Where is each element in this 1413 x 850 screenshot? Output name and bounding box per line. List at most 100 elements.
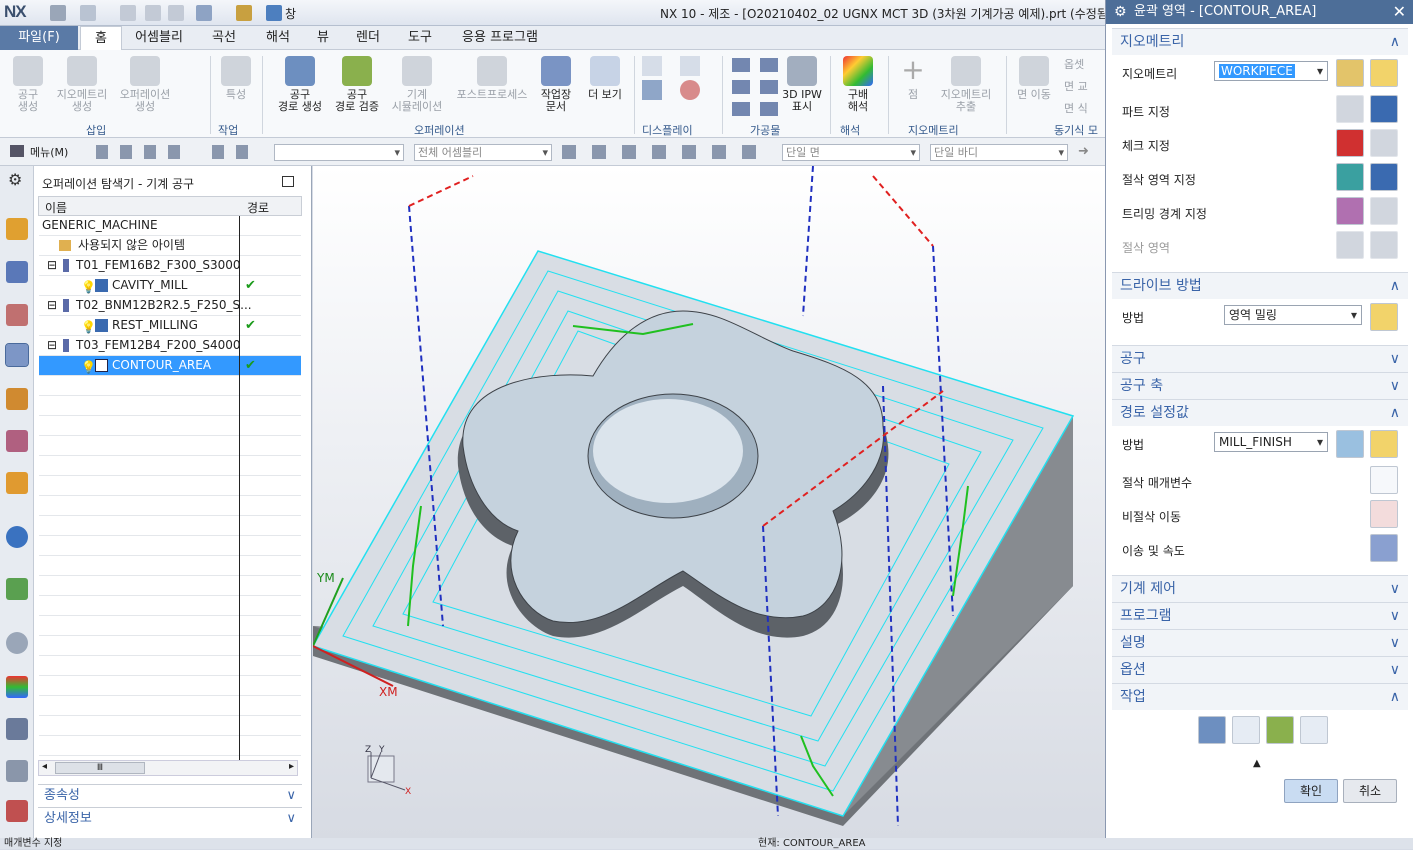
display-icon-3[interactable] [680, 56, 700, 76]
create-geometry-button[interactable]: 지오메트리 생성 [52, 56, 112, 113]
undo-icon[interactable] [80, 5, 96, 21]
more-button[interactable]: 더 보기 [584, 56, 626, 101]
web-browser-icon[interactable] [6, 578, 28, 600]
display-part-icon[interactable] [1370, 95, 1398, 123]
tab-file[interactable]: 파일(F) [0, 26, 78, 50]
tree-row[interactable]: ⊟ T03_FEM12B4_F200_S4000 [39, 336, 301, 356]
actions-header[interactable]: 작업 ∧ [1112, 684, 1408, 710]
display-cut-area-icon[interactable] [1370, 163, 1398, 191]
palette-icon[interactable] [6, 472, 28, 494]
display-icon-2[interactable] [642, 80, 662, 100]
edit-method-icon[interactable] [1370, 430, 1398, 458]
cancel-button[interactable]: 취소 [1343, 779, 1397, 803]
workpiece-icon-6[interactable] [760, 102, 778, 116]
save-icon[interactable] [50, 5, 66, 21]
cut-area-icon[interactable] [1336, 231, 1364, 259]
tree-row-selected[interactable]: 💡 CONTOUR_AREA ✔ [39, 356, 301, 376]
graphics-window[interactable]: YM XM Z Y X [311, 165, 1105, 838]
tool-header[interactable]: 공구 ∨ [1112, 346, 1408, 372]
new-method-icon[interactable] [1336, 430, 1364, 458]
tab-render[interactable]: 렌더 [346, 26, 390, 50]
edit-drive-icon[interactable] [1370, 303, 1398, 331]
cut-icon[interactable] [120, 5, 136, 21]
collapse-arrow-icon[interactable]: ▲ [1253, 758, 1261, 769]
ok-button[interactable]: 확인 [1284, 779, 1338, 803]
tab-applications[interactable]: 응용 프로그램 [450, 26, 550, 50]
workpiece-icon-1[interactable] [732, 58, 750, 72]
program-header[interactable]: 프로그램 ∨ [1112, 603, 1408, 629]
tree-row[interactable]: 💡 REST_MILLING ✔ [39, 316, 301, 336]
path-method-select[interactable]: MILL_FINISH [1214, 432, 1328, 452]
details-panel[interactable]: 상세정보 ∨ [38, 807, 302, 829]
geometry-select[interactable]: WORKPIECE [1214, 61, 1328, 81]
non-cutting-moves-icon[interactable] [1370, 500, 1398, 528]
arrow-right-icon[interactable]: ➜ [1078, 144, 1089, 159]
reuse-library-icon[interactable] [6, 430, 28, 452]
tree-row[interactable]: ⊟ T02_BNM12B2R2.5_F250_S... [39, 296, 301, 316]
system-materials-icon[interactable] [6, 676, 28, 698]
display-icon-1[interactable] [642, 56, 662, 76]
select-check-icon[interactable] [1336, 129, 1364, 157]
snap-icons[interactable] [96, 145, 186, 159]
display-icon-4[interactable] [680, 80, 700, 100]
scroll-right-icon[interactable]: ▸ [289, 761, 294, 772]
tree-row[interactable]: ⊟ T01_FEM16B2_F300_S3000 [39, 256, 301, 276]
extract-geometry-button[interactable]: 지오메트리 추출 [936, 56, 996, 113]
part-navigator-icon[interactable] [6, 304, 28, 326]
select-cut-area-icon[interactable] [1336, 163, 1364, 191]
operation-navigator-icon[interactable] [5, 343, 29, 367]
teamcenter-icon[interactable] [6, 800, 28, 822]
cutting-params-icon[interactable] [1370, 466, 1398, 494]
workpiece-icon-2[interactable] [732, 80, 750, 94]
new-geometry-icon[interactable] [1336, 59, 1364, 87]
cut-area-display-icon[interactable] [1370, 231, 1398, 259]
type-filter-combo[interactable] [274, 144, 404, 161]
window-icon[interactable] [266, 5, 282, 21]
column-name[interactable]: 이름 [45, 199, 67, 216]
tool-axis-header[interactable]: 공구 축 ∨ [1112, 373, 1408, 399]
workpiece-icon-5[interactable] [760, 80, 778, 94]
select-trim-icon[interactable] [1336, 197, 1364, 225]
assembly-navigator-icon[interactable] [6, 218, 28, 240]
generate-icon[interactable] [1198, 716, 1226, 744]
roles-icon[interactable] [6, 760, 28, 782]
tab-curve[interactable]: 곡선 [200, 26, 248, 50]
replace-face-item[interactable]: 면 교 [1064, 78, 1088, 94]
face-rule-combo[interactable]: 단일 면 [782, 144, 920, 161]
generate-toolpath-button[interactable]: 공구 경로 생성 [274, 56, 326, 113]
history-icon[interactable] [6, 632, 28, 654]
repeat-command-icon[interactable] [196, 5, 212, 21]
maximize-icon[interactable] [282, 176, 294, 187]
body-rule-combo[interactable]: 단일 바디 [930, 144, 1068, 161]
tree-row[interactable]: GENERIC_MACHINE [39, 216, 301, 236]
tab-analysis[interactable]: 해석 [254, 26, 302, 50]
window-menu[interactable]: 창 [285, 5, 296, 22]
verify-toolpath-button[interactable]: 공구 경로 검증 [330, 56, 384, 113]
display-trim-icon[interactable] [1370, 197, 1398, 225]
workpiece-icon-4[interactable] [760, 58, 778, 72]
close-icon[interactable]: ✕ [1393, 0, 1406, 24]
feeds-speeds-icon[interactable] [1370, 534, 1398, 562]
offset-face-item[interactable]: 옵셋 [1064, 56, 1084, 72]
machine-tool-navigator-icon[interactable] [6, 388, 28, 410]
create-tool-button[interactable]: 공구 생성 [6, 56, 50, 113]
gear-icon[interactable]: ⚙ [1114, 0, 1127, 24]
delete-face-item[interactable]: 면 식 [1064, 100, 1088, 116]
tab-tools[interactable]: 도구 [398, 26, 442, 50]
touch-mode-icon[interactable] [236, 5, 252, 21]
create-operation-button[interactable]: 오퍼레이션 생성 [114, 56, 176, 113]
geometry-section-header[interactable]: 지오메트리 ∧ [1112, 29, 1408, 55]
tab-home[interactable]: 홈 [80, 26, 122, 50]
filter-icons[interactable] [212, 145, 256, 159]
description-header[interactable]: 설명 ∨ [1112, 630, 1408, 656]
drive-method-select[interactable]: 영역 밀링 [1224, 305, 1362, 325]
draft-analysis-button[interactable]: 구배 해석 [838, 56, 878, 113]
path-settings-header[interactable]: 경로 설정값 ∧ [1112, 400, 1408, 426]
point-button[interactable]: + 점 [896, 56, 930, 101]
assembly-scope-combo[interactable]: 전체 어셈블리 [414, 144, 552, 161]
tab-view[interactable]: 뷰 [306, 26, 340, 50]
shop-doc-button[interactable]: 작업장 문서 [534, 56, 578, 113]
tree-row[interactable]: 💡 CAVITY_MILL ✔ [39, 276, 301, 296]
list-icon[interactable] [1300, 716, 1328, 744]
info-icon[interactable] [6, 526, 28, 548]
